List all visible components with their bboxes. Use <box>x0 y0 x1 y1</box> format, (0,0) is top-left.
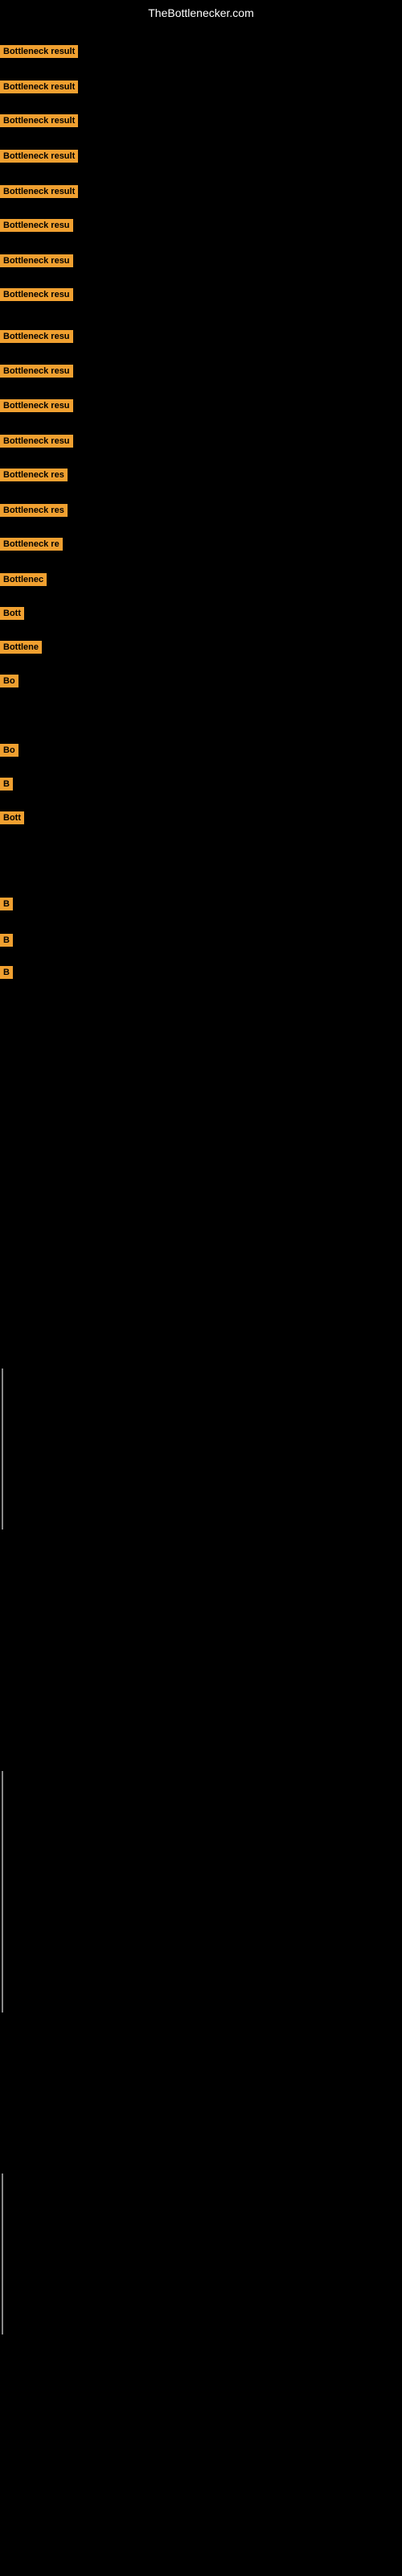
bottleneck-result-badge: B <box>0 934 13 947</box>
bottleneck-result-badge: Bottleneck result <box>0 45 78 58</box>
bottleneck-result-badge: Bottleneck re <box>0 538 63 551</box>
bottleneck-result-badge: Bottleneck resu <box>0 399 73 412</box>
bottleneck-result-badge: Bott <box>0 607 24 620</box>
vertical-line <box>2 1771 3 2013</box>
bottleneck-result-badge: Bottlene <box>0 641 42 654</box>
bottleneck-result-badge: B <box>0 966 13 979</box>
site-title: TheBottlenecker.com <box>148 6 254 19</box>
vertical-line <box>2 1368 3 1530</box>
bottleneck-result-badge: Bottleneck result <box>0 150 78 163</box>
bottleneck-result-badge: Bottleneck resu <box>0 219 73 232</box>
bottleneck-result-badge: Bottleneck resu <box>0 330 73 343</box>
bottleneck-result-badge: Bottleneck resu <box>0 254 73 267</box>
bottleneck-result-badge: Bo <box>0 675 18 687</box>
bottleneck-result-badge: Bottleneck result <box>0 80 78 93</box>
bottleneck-result-badge: Bottleneck result <box>0 114 78 127</box>
bottleneck-result-badge: Bottleneck res <box>0 469 68 481</box>
bottleneck-result-badge: Bo <box>0 744 18 757</box>
bottleneck-result-badge: Bottlenec <box>0 573 47 586</box>
bottleneck-result-badge: B <box>0 778 13 791</box>
bottleneck-result-badge: Bottleneck resu <box>0 435 73 448</box>
bottleneck-result-badge: Bottleneck res <box>0 504 68 517</box>
vertical-line <box>2 2174 3 2334</box>
bottleneck-result-badge: Bottleneck result <box>0 185 78 198</box>
bottleneck-result-badge: B <box>0 898 13 910</box>
bottleneck-result-badge: Bott <box>0 811 24 824</box>
bottleneck-result-badge: Bottleneck resu <box>0 288 73 301</box>
bottleneck-result-badge: Bottleneck resu <box>0 365 73 378</box>
